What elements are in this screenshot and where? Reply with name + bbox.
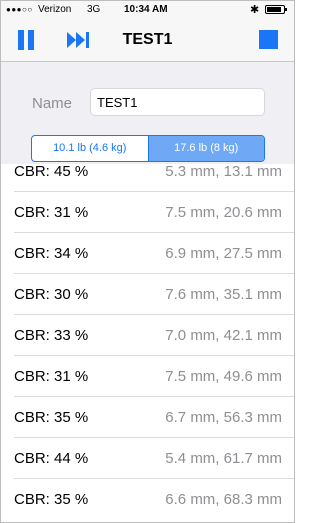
list-item[interactable]: CBR: 34 % 6.9 mm, 27.5 mm xyxy=(14,233,294,274)
cbr-value: CBR: 31 % xyxy=(14,368,89,385)
status-time: 10:34 AM xyxy=(124,4,168,15)
pause-icon-bar xyxy=(28,30,34,50)
list-item[interactable]: CBR: 31 % 7.5 mm, 20.6 mm xyxy=(14,192,294,233)
app-screen: ●●●○○ Verizon 3G 10:34 AM ✱ TEST1 Name 1… xyxy=(0,0,295,523)
results-list-content: CBR: 45 % 5.3 mm, 13.1 mm CBR: 31 % 7.5 … xyxy=(1,164,294,519)
list-item[interactable]: CBR: 31 % 7.5 mm, 49.6 mm xyxy=(14,356,294,397)
test-settings-panel: Name 10.1 lb (4.6 kg) 17.6 lb (8 kg) xyxy=(1,62,294,164)
depth-values: 7.0 mm, 42.1 mm xyxy=(165,327,282,344)
weight-option-light[interactable]: 10.1 lb (4.6 kg) xyxy=(32,136,149,161)
depth-values: 6.6 mm, 68.3 mm xyxy=(165,491,282,508)
cbr-value: CBR: 35 % xyxy=(14,491,89,508)
cbr-value: CBR: 45 % xyxy=(14,164,89,180)
weight-segmented-control: 10.1 lb (4.6 kg) 17.6 lb (8 kg) xyxy=(31,135,265,162)
results-list[interactable]: CBR: 45 % 5.3 mm, 13.1 mm CBR: 31 % 7.5 … xyxy=(1,164,294,522)
depth-values: 5.3 mm, 13.1 mm xyxy=(165,164,282,180)
battery-icon xyxy=(265,5,287,14)
cbr-value: CBR: 34 % xyxy=(14,245,89,262)
depth-values: 7.6 mm, 35.1 mm xyxy=(165,286,282,303)
list-item[interactable]: CBR: 35 % 6.6 mm, 68.3 mm xyxy=(14,479,294,519)
weight-option-heavy-selected[interactable]: 17.6 lb (8 kg) xyxy=(148,136,264,161)
status-bar: ●●●○○ Verizon 3G 10:34 AM ✱ xyxy=(1,1,294,19)
list-item[interactable]: CBR: 45 % 5.3 mm, 13.1 mm xyxy=(14,164,294,192)
bluetooth-icon: ✱ xyxy=(250,4,260,16)
list-item[interactable]: CBR: 30 % 7.6 mm, 35.1 mm xyxy=(14,274,294,315)
stop-button[interactable] xyxy=(259,30,278,49)
page-title: TEST1 xyxy=(122,31,173,48)
navigation-bar: TEST1 xyxy=(1,19,294,62)
cbr-value: CBR: 31 % xyxy=(14,204,89,221)
pause-icon xyxy=(18,30,24,50)
skip-forward-icon xyxy=(67,32,89,48)
cbr-value: CBR: 30 % xyxy=(14,286,89,303)
depth-values: 5.4 mm, 61.7 mm xyxy=(165,450,282,467)
carrier-label: Verizon xyxy=(38,4,72,15)
list-item[interactable]: CBR: 33 % 7.0 mm, 42.1 mm xyxy=(14,315,294,356)
name-label: Name xyxy=(32,95,73,112)
skip-forward-button[interactable] xyxy=(65,29,93,51)
cbr-value: CBR: 35 % xyxy=(14,409,89,426)
depth-values: 7.5 mm, 49.6 mm xyxy=(165,368,282,385)
depth-values: 6.7 mm, 56.3 mm xyxy=(165,409,282,426)
list-item[interactable]: CBR: 44 % 5.4 mm, 61.7 mm xyxy=(14,438,294,479)
list-item[interactable]: CBR: 35 % 6.7 mm, 56.3 mm xyxy=(14,397,294,438)
pause-button[interactable] xyxy=(15,29,37,51)
network-type: 3G xyxy=(87,4,101,15)
depth-values: 6.9 mm, 27.5 mm xyxy=(165,245,282,262)
depth-values: 7.5 mm, 20.6 mm xyxy=(165,204,282,221)
cbr-value: CBR: 33 % xyxy=(14,327,89,344)
cbr-value: CBR: 44 % xyxy=(14,450,89,467)
signal-dots-icon: ●●●○○ xyxy=(6,5,33,14)
name-field[interactable] xyxy=(90,88,265,116)
